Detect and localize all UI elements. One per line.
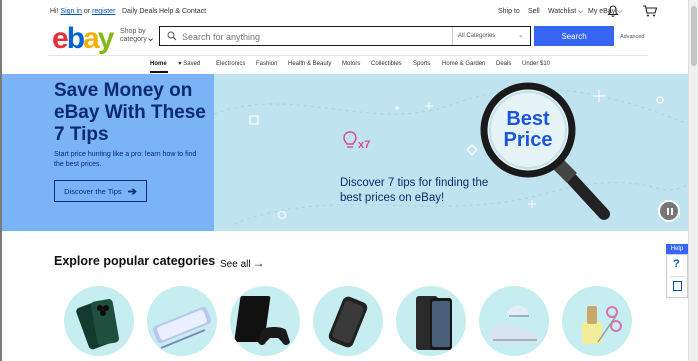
tablet-phone-icon — [416, 296, 452, 350]
category-beauty[interactable] — [562, 286, 632, 356]
watchlist-link[interactable]: Watchlist ⌵ — [548, 8, 583, 16]
category-phones[interactable] — [147, 286, 217, 356]
x7-label: x7 — [358, 139, 370, 151]
arrow-right-icon: → — [252, 256, 265, 270]
nav-item-under-10[interactable]: Under $10 — [522, 61, 550, 67]
nav-item-motors[interactable]: Motors — [342, 61, 360, 67]
category-sneakers[interactable] — [479, 286, 549, 356]
hero-subtitle: Start price hunting like a pro: learn ho… — [54, 151, 197, 168]
search-input[interactable]: Search for anything — [182, 32, 260, 42]
hero-right-panel[interactable] — [214, 74, 688, 231]
smartphone-icon — [76, 299, 120, 350]
top-utility-bar: Hi! Sign in or register Daily Deals Help… — [2, 0, 688, 24]
nav-item-home-garden[interactable]: Home & Garden — [442, 61, 485, 67]
arrow-right-icon: ➔ — [127, 185, 137, 198]
nav-item-deals[interactable]: Deals — [496, 61, 511, 67]
category-nav: Home ♥ Saved Electronics Fashion Health … — [2, 59, 688, 73]
category-video-games[interactable] — [230, 286, 300, 356]
advanced-search-link[interactable]: Advanced — [620, 34, 644, 40]
search-icon — [167, 31, 177, 41]
stylus-phone-icon — [152, 306, 212, 349]
nav-item-collectibles[interactable]: Collectibles — [371, 61, 402, 67]
nav-item-saved[interactable]: ♥ Saved — [178, 61, 200, 67]
nail-polish-icon — [582, 306, 622, 344]
game-console-icon — [234, 296, 290, 345]
chevron-down-icon[interactable]: ⌄ — [146, 31, 155, 44]
greeting: Hi! Sign in or register — [50, 8, 116, 15]
category-smartphones[interactable] — [64, 286, 134, 356]
category-power-banks[interactable] — [313, 286, 383, 356]
scrollbar-thumb[interactable] — [691, 6, 697, 66]
category-select[interactable]: All Categories — [458, 33, 495, 39]
see-all-link[interactable]: See all → — [220, 256, 265, 270]
pause-button[interactable] — [658, 200, 680, 222]
price-label: Price — [504, 129, 553, 151]
hero-title: Save Money on eBay With These 7 Tips — [54, 80, 206, 145]
heart-icon: ♥ — [178, 61, 182, 67]
daily-deals-link[interactable]: Daily Deals — [122, 8, 157, 15]
browser-page: Hi! Sign in or register Daily Deals Help… — [2, 0, 688, 361]
active-nav-indicator — [150, 71, 168, 73]
sneaker-icon — [489, 305, 539, 344]
header-divider — [48, 55, 648, 56]
register-link[interactable]: register — [92, 8, 115, 15]
sell-link[interactable]: Sell — [528, 8, 540, 15]
help-contact-link[interactable]: Help & Contact — [159, 8, 206, 15]
best-label: Best — [506, 108, 550, 130]
search-divider — [452, 27, 453, 45]
help-tab[interactable]: Help — [666, 244, 688, 254]
sign-in-link[interactable]: Sign in — [61, 8, 82, 15]
vertical-scrollbar[interactable] — [688, 0, 698, 361]
feedback-icon[interactable] — [673, 281, 682, 291]
magnifying-glass-illustration: Best Price — [480, 82, 610, 220]
search-bar[interactable]: Search for anything All Categories ⌄ — [159, 26, 531, 46]
nav-item-electronics[interactable]: Electronics — [216, 61, 245, 67]
power-bank-icon — [328, 296, 368, 348]
category-tablets[interactable] — [396, 286, 466, 356]
pause-icon — [667, 208, 669, 215]
lightbulb-icon: x7 — [343, 131, 370, 151]
shop-by-category-button[interactable]: Shop by category — [120, 28, 147, 44]
hero-decoration — [214, 88, 688, 225]
help-widget: ? — [666, 254, 688, 298]
question-icon[interactable]: ? — [673, 258, 680, 270]
category-chevron-icon[interactable]: ⌄ — [518, 31, 524, 39]
discover-tips-button[interactable]: Discover the Tips ➔ — [54, 180, 147, 202]
bell-icon[interactable] — [606, 4, 620, 18]
section-title: Explore popular categories — [54, 254, 216, 268]
nav-item-health-beauty[interactable]: Health & Beauty — [288, 61, 331, 67]
search-button[interactable]: Search — [534, 26, 614, 46]
nav-item-fashion[interactable]: Fashion — [256, 61, 277, 67]
cart-icon[interactable] — [642, 4, 658, 18]
ship-to-link[interactable]: Ship to — [498, 8, 520, 15]
nav-item-home[interactable]: Home — [150, 61, 167, 67]
ebay-logo[interactable]: ebay — [52, 24, 114, 54]
nav-item-sports[interactable]: Sports — [413, 61, 430, 67]
